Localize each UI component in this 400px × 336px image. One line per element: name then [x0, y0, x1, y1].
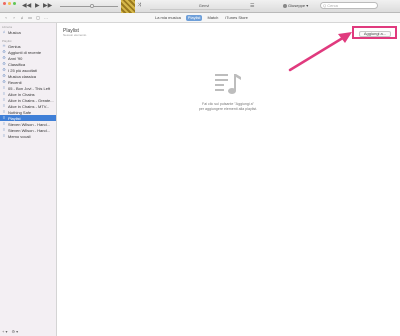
gear-icon: ⚙	[2, 61, 6, 66]
gear-icon: ⚙	[2, 73, 6, 78]
playlist-icon: ≡	[2, 85, 6, 90]
sidebar: Libreria ♫ Musica Playlist ⚛ Genius ⚙ Aggiun…	[0, 23, 57, 336]
sidebar-item-label: Classifica	[8, 61, 26, 67]
sidebar-item-label: Nothing Safe	[8, 109, 32, 115]
account-name: Giuseppe	[288, 3, 306, 8]
progress-track[interactable]	[150, 9, 250, 10]
sidebar-item-label: Memo vocali	[8, 133, 31, 139]
sidebar-item-label: Recenti	[8, 79, 22, 85]
playlist-icon: ≡	[2, 121, 6, 126]
shuffle-icon[interactable]: ⤨	[137, 2, 141, 8]
volume-knob[interactable]	[90, 4, 94, 8]
back-icon[interactable]: ‹	[3, 15, 9, 21]
film-icon[interactable]: ▭	[27, 15, 33, 21]
sidebar-item[interactable]: ≡ Steven Wilson - Hand...	[0, 121, 56, 127]
tab-itunes-store[interactable]: iTunes Store	[223, 15, 250, 21]
sidebar-item-label: Playlist	[8, 115, 21, 121]
sidebar-item-label: Musica classica	[8, 73, 37, 79]
now-playing-title: Genvi	[198, 3, 210, 8]
tab-playlist[interactable]: Playlist	[185, 15, 203, 21]
tab-la-mia-musica[interactable]: La mia musica	[153, 15, 183, 21]
minimize-window-button[interactable]	[8, 2, 11, 5]
sidebar-item-label: Musica	[8, 29, 21, 35]
empty-state-line-2: per aggiungere elementi alla playlist.	[198, 107, 258, 111]
playlist-icon: ≡	[2, 115, 6, 120]
add-playlist-button[interactable]: + ▾	[2, 329, 7, 334]
playlist-icon: ≡	[2, 97, 6, 102]
album-art[interactable]	[121, 0, 135, 13]
music-note-icon: ♫	[2, 29, 6, 34]
gear-icon: ⚙	[2, 55, 6, 60]
previous-icon[interactable]: ◀◀	[22, 3, 31, 9]
toolbar: ‹ › ♫ ▭ ▢ … La mia musica Playlist Match iT…	[0, 13, 400, 23]
page-subtitle: Nessun elemento	[63, 33, 87, 37]
playlist-icon: ≡	[2, 109, 6, 114]
sidebar-item-label: I 25 più ascoltati	[8, 67, 37, 73]
playlist-icon: ≡	[2, 133, 6, 138]
playlist-icon: ≡	[2, 127, 6, 132]
settings-button[interactable]: ⚙ ▾	[11, 329, 18, 334]
genius-icon: ⚛	[2, 43, 6, 48]
sidebar-item-label: Anni '90	[8, 55, 23, 61]
sidebar-item-label: Steven Wilson - Hand...	[8, 121, 51, 127]
music-note-icon[interactable]: ♫	[19, 15, 25, 21]
gear-icon: ⚙	[2, 67, 6, 72]
player-bar: ◀◀ ▶ ▶▶ ⤨ Genvi ☰ Giuseppe ▾ Q Cerca	[0, 0, 400, 13]
playlist-icon	[215, 74, 241, 94]
sidebar-item-label: Steven Wilson - Hand...	[8, 127, 51, 133]
list-icon[interactable]: ☰	[250, 3, 254, 9]
search-input[interactable]: Q Cerca	[320, 2, 378, 9]
next-icon[interactable]: ▶▶	[43, 3, 52, 9]
sidebar-item[interactable]: ♫ Musica	[0, 29, 56, 35]
zoom-window-button[interactable]	[13, 2, 16, 5]
playlist-icon: ≡	[2, 103, 6, 108]
add-to-button[interactable]: Aggiungi a...	[359, 31, 391, 37]
sidebar-item-label: Genius	[8, 43, 21, 49]
sidebar-item[interactable]: ≡ Steven Wilson - Hand...	[0, 127, 56, 133]
tv-icon[interactable]: ▢	[35, 15, 41, 21]
sidebar-item-label: Alice in Chains - Greate...	[8, 97, 54, 103]
account-button[interactable]: Giuseppe ▾	[283, 3, 308, 8]
close-window-button[interactable]	[3, 2, 6, 5]
sidebar-item[interactable]: ≡ Alice in Chains - Greate...	[0, 97, 56, 103]
sidebar-item[interactable]: ≡ Alice in Chains - MTV...	[0, 103, 56, 109]
empty-state-text: Fai clic sul pulsante "Aggiungi a" per a…	[158, 102, 298, 112]
playlist-icon: ≡	[2, 91, 6, 96]
more-icon[interactable]: …	[43, 15, 49, 21]
volume-slider[interactable]	[60, 4, 118, 8]
sidebar-item-label: Aggiunti di recente	[8, 49, 42, 55]
sidebar-item-label: Alice in Chains - MTV...	[8, 103, 50, 109]
user-icon	[283, 3, 287, 8]
tab-match[interactable]: Match	[205, 15, 220, 21]
main-content: Playlist Nessun elemento Aggiungi a... F…	[57, 23, 400, 336]
forward-icon[interactable]: ›	[11, 15, 17, 21]
gear-icon: ⚙	[2, 79, 6, 84]
gear-icon: ⚙	[2, 49, 6, 54]
sidebar-item[interactable]: ≡ 05 - Bon Jovi - This Left	[0, 85, 56, 91]
sidebar-item-label: 05 - Bon Jovi - This Left	[8, 85, 51, 91]
sidebar-item[interactable]: ≡ Memo vocali	[0, 133, 56, 139]
play-icon[interactable]: ▶	[35, 3, 40, 9]
sidebar-item-label: Alice In Chains	[8, 91, 35, 97]
